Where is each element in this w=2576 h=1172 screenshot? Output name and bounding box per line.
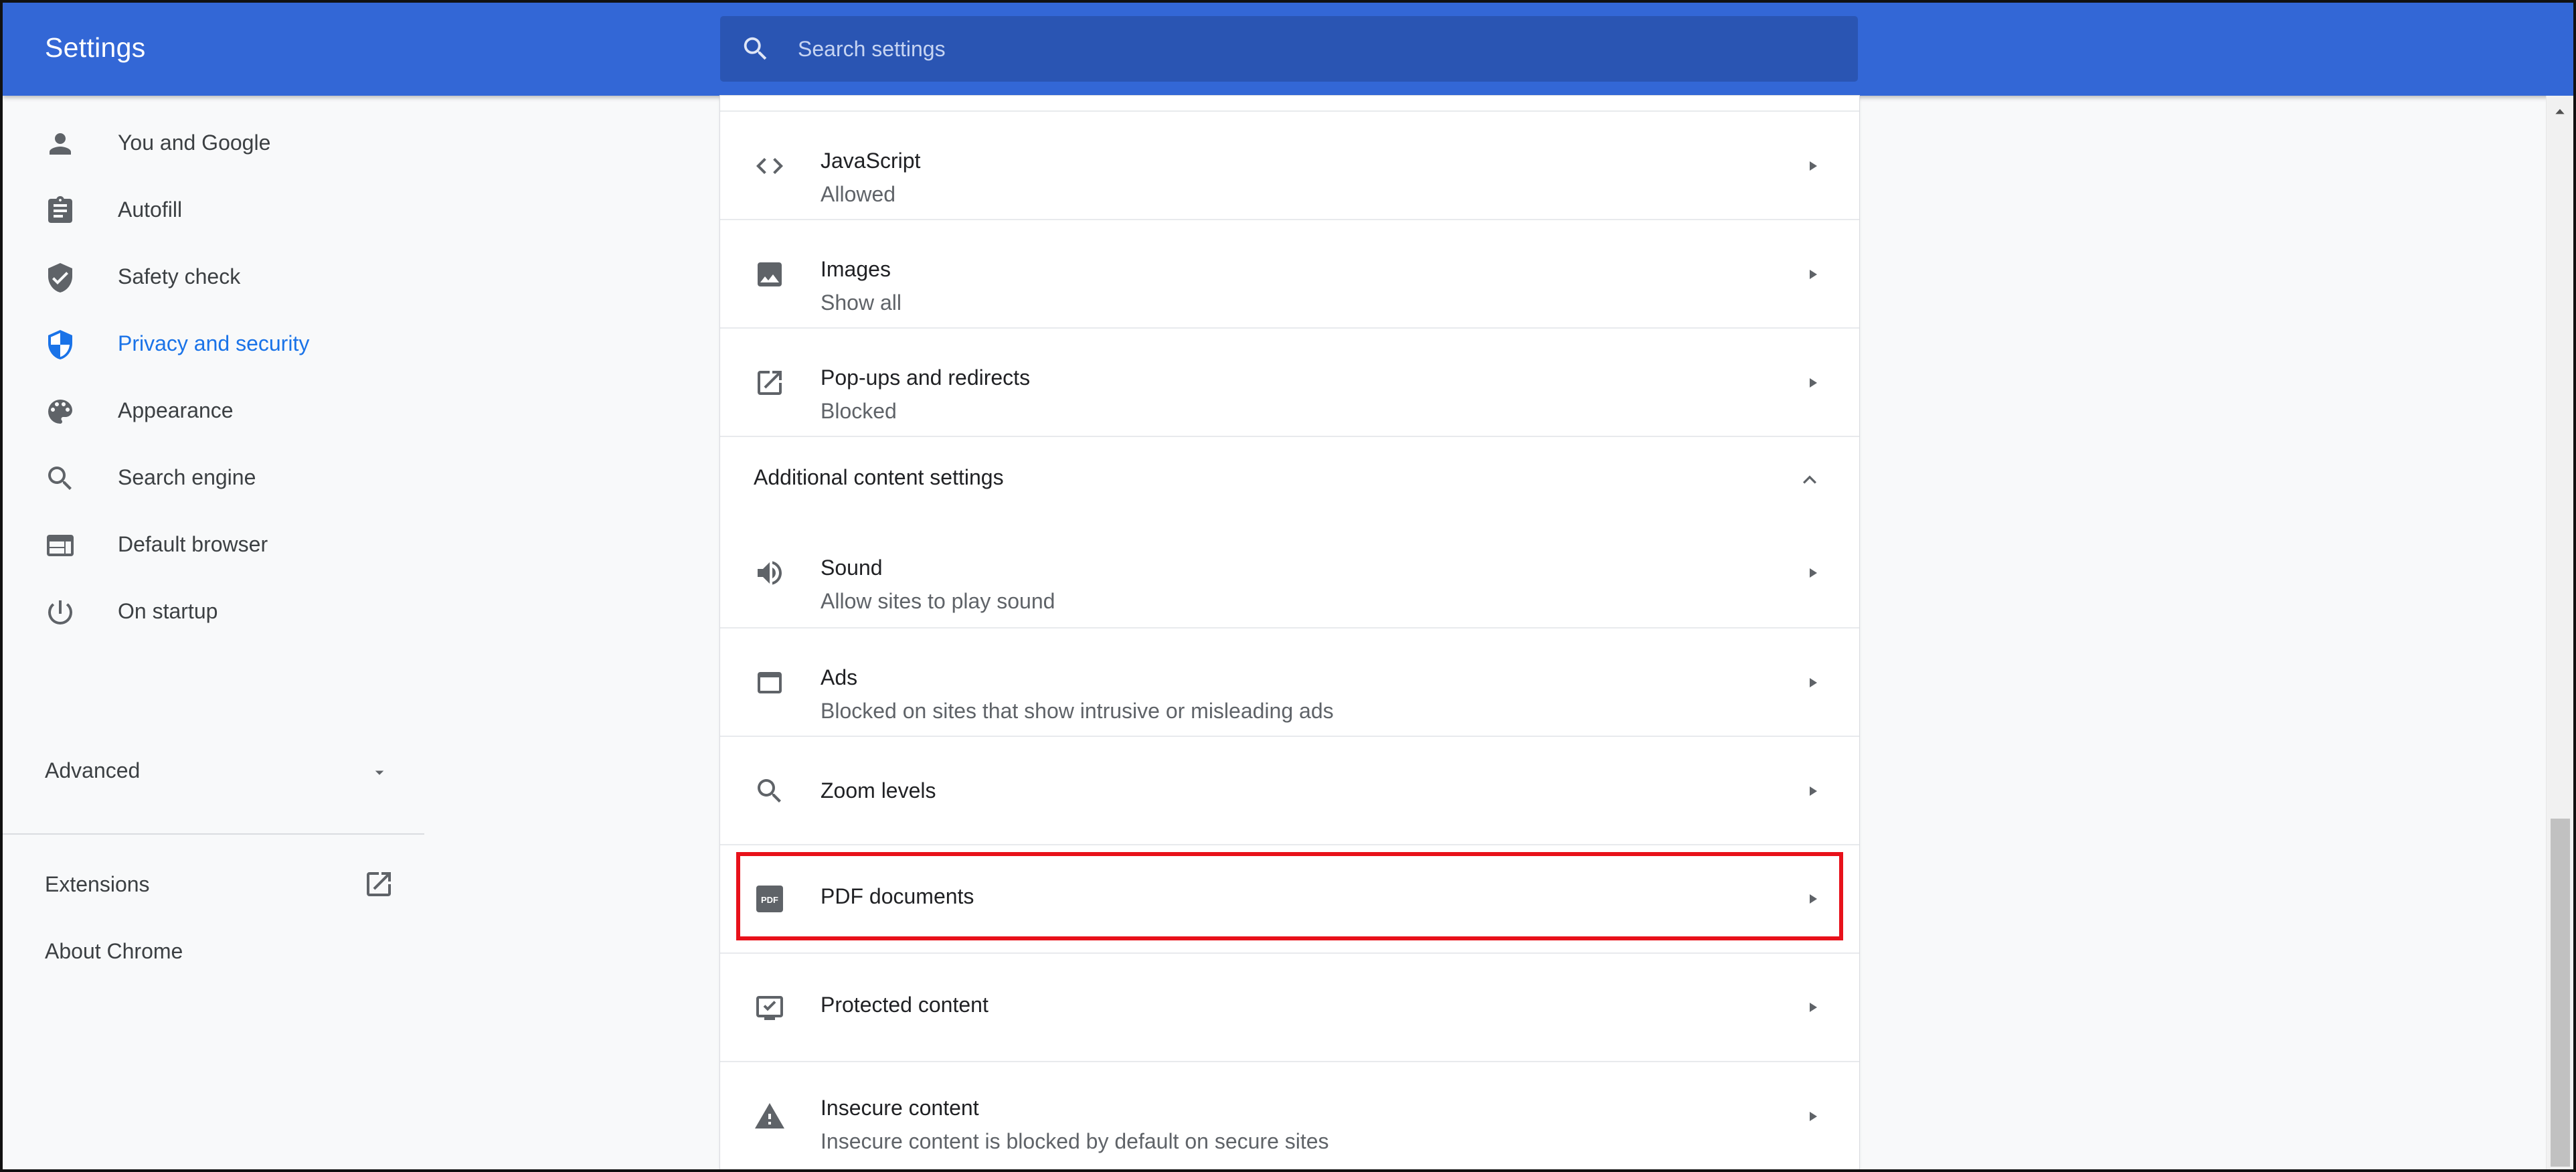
- scroll-up-arrow-icon[interactable]: [2553, 105, 2567, 118]
- advanced-label: Advanced: [45, 758, 141, 782]
- arrow-right-icon: [1810, 894, 1817, 904]
- sound-row[interactable]: Sound Allow sites to play sound: [720, 519, 1859, 627]
- monitor-check-icon: [756, 996, 783, 1020]
- insecure-content-row[interactable]: Insecure content Insecure content is blo…: [720, 1061, 1859, 1169]
- volume-icon: [758, 561, 782, 585]
- sidebar-item-label: Search engine: [118, 465, 256, 489]
- person-icon: [50, 133, 71, 155]
- row-subtitle: Blocked: [821, 399, 897, 423]
- row-subtitle: Allow sites to play sound: [821, 589, 1055, 613]
- row-title: Images: [821, 257, 891, 281]
- sidebar-item-safety-check[interactable]: Safety check: [3, 244, 424, 309]
- extensions-label: Extensions: [45, 872, 150, 896]
- sidebar-item-label: Privacy and security: [118, 331, 310, 355]
- sidebar-item-appearance[interactable]: Appearance: [3, 378, 424, 442]
- search-icon: [758, 779, 781, 803]
- row-title: PDF documents: [821, 884, 974, 908]
- top-bar: Settings: [3, 3, 2573, 96]
- search-box[interactable]: [720, 16, 1858, 82]
- row-subtitle: Insecure content is blocked by default o…: [821, 1129, 1329, 1153]
- open-in-new-icon: [367, 872, 391, 896]
- row-subtitle: Show all: [821, 290, 901, 315]
- sidebar: You and Google Autofill Safety check Pri…: [3, 96, 431, 1169]
- arrow-right-icon: [1810, 786, 1817, 796]
- caret-down-icon: [375, 770, 384, 775]
- sidebar-item-label: Appearance: [118, 398, 234, 422]
- zoom-levels-row[interactable]: Zoom levels: [720, 736, 1859, 844]
- sidebar-item-label: Default browser: [118, 531, 268, 556]
- row-title: Protected content: [821, 993, 989, 1017]
- power-icon: [48, 600, 72, 624]
- search-icon: [48, 467, 72, 490]
- palette-icon: [48, 400, 72, 424]
- row-subtitle: Allowed: [821, 182, 896, 206]
- shield-icon: [48, 330, 72, 359]
- sidebar-item-label: You and Google: [118, 130, 271, 155]
- arrow-right-icon: [1810, 378, 1817, 388]
- row-title: Insecure content: [821, 1096, 979, 1120]
- popups-row[interactable]: Pop-ups and redirects Blocked: [720, 327, 1859, 436]
- advanced-toggle[interactable]: Advanced: [3, 738, 424, 803]
- images-row[interactable]: Images Show all: [720, 219, 1859, 327]
- javascript-row[interactable]: JavaScript Allowed: [720, 110, 1859, 219]
- content-settings-card: JavaScript Allowed Images Show all Pop-u…: [720, 96, 1859, 1169]
- section-label: Additional content settings: [754, 465, 1004, 489]
- ads-row[interactable]: Ads Blocked on sites that show intrusive…: [720, 627, 1859, 736]
- svg-text:PDF: PDF: [761, 895, 778, 905]
- about-chrome-link[interactable]: About Chrome: [3, 919, 424, 983]
- row-title: Zoom levels: [821, 778, 936, 803]
- row-title: Pop-ups and redirects: [821, 365, 1031, 390]
- settings-window: Settings You and Google Autofill Safety …: [0, 0, 2576, 1172]
- image-icon: [758, 262, 782, 286]
- arrow-right-icon: [1810, 161, 1817, 171]
- about-chrome-label: About Chrome: [45, 939, 183, 963]
- sidebar-item-privacy-and-security[interactable]: Privacy and security: [3, 311, 424, 375]
- scroll-thumb[interactable]: [2551, 819, 2570, 1167]
- sidebar-item-you-and-google[interactable]: You and Google: [3, 110, 424, 175]
- app-title: Settings: [45, 32, 146, 63]
- search-input[interactable]: [798, 31, 1802, 67]
- chevron-up-icon: [1803, 475, 1816, 484]
- arrow-right-icon: [1810, 1003, 1817, 1012]
- sidebar-divider: [3, 833, 424, 835]
- sidebar-item-label: Autofill: [118, 197, 183, 222]
- protected-content-row[interactable]: Protected content: [720, 952, 1859, 1061]
- browser-icon: [47, 535, 74, 556]
- shield-check-icon: [48, 263, 72, 292]
- row-title: JavaScript: [821, 149, 921, 173]
- arrow-right-icon: [1810, 1112, 1817, 1121]
- scrollbar[interactable]: [2546, 96, 2573, 1169]
- clipboard-icon: [48, 196, 72, 223]
- row-title: Ads: [821, 665, 858, 689]
- row-title: Sound: [821, 556, 883, 580]
- arrow-right-icon: [1810, 678, 1817, 687]
- pdf-documents-row[interactable]: PDF PDF documents: [720, 844, 1859, 952]
- additional-content-settings-toggle[interactable]: Additional content settings: [720, 436, 1859, 520]
- search-icon: [744, 37, 767, 60]
- arrow-right-icon: [1810, 568, 1817, 578]
- open-in-new-icon: [758, 371, 782, 395]
- arrow-right-icon: [1810, 270, 1817, 279]
- sidebar-item-label: On startup: [118, 598, 218, 623]
- row-subtitle: Blocked on sites that show intrusive or …: [821, 699, 1334, 723]
- pdf-icon: PDF: [756, 886, 783, 912]
- sidebar-item-default-browser[interactable]: Default browser: [3, 512, 424, 576]
- extensions-link[interactable]: Extensions: [3, 852, 424, 916]
- sidebar-item-search-engine[interactable]: Search engine: [3, 445, 424, 509]
- sidebar-item-autofill[interactable]: Autofill: [3, 177, 424, 242]
- code-icon: [756, 158, 783, 174]
- warning-icon: [755, 1103, 784, 1128]
- sidebar-item-label: Safety check: [118, 264, 241, 288]
- sidebar-item-on-startup[interactable]: On startup: [3, 579, 424, 643]
- window-icon: [758, 672, 782, 693]
